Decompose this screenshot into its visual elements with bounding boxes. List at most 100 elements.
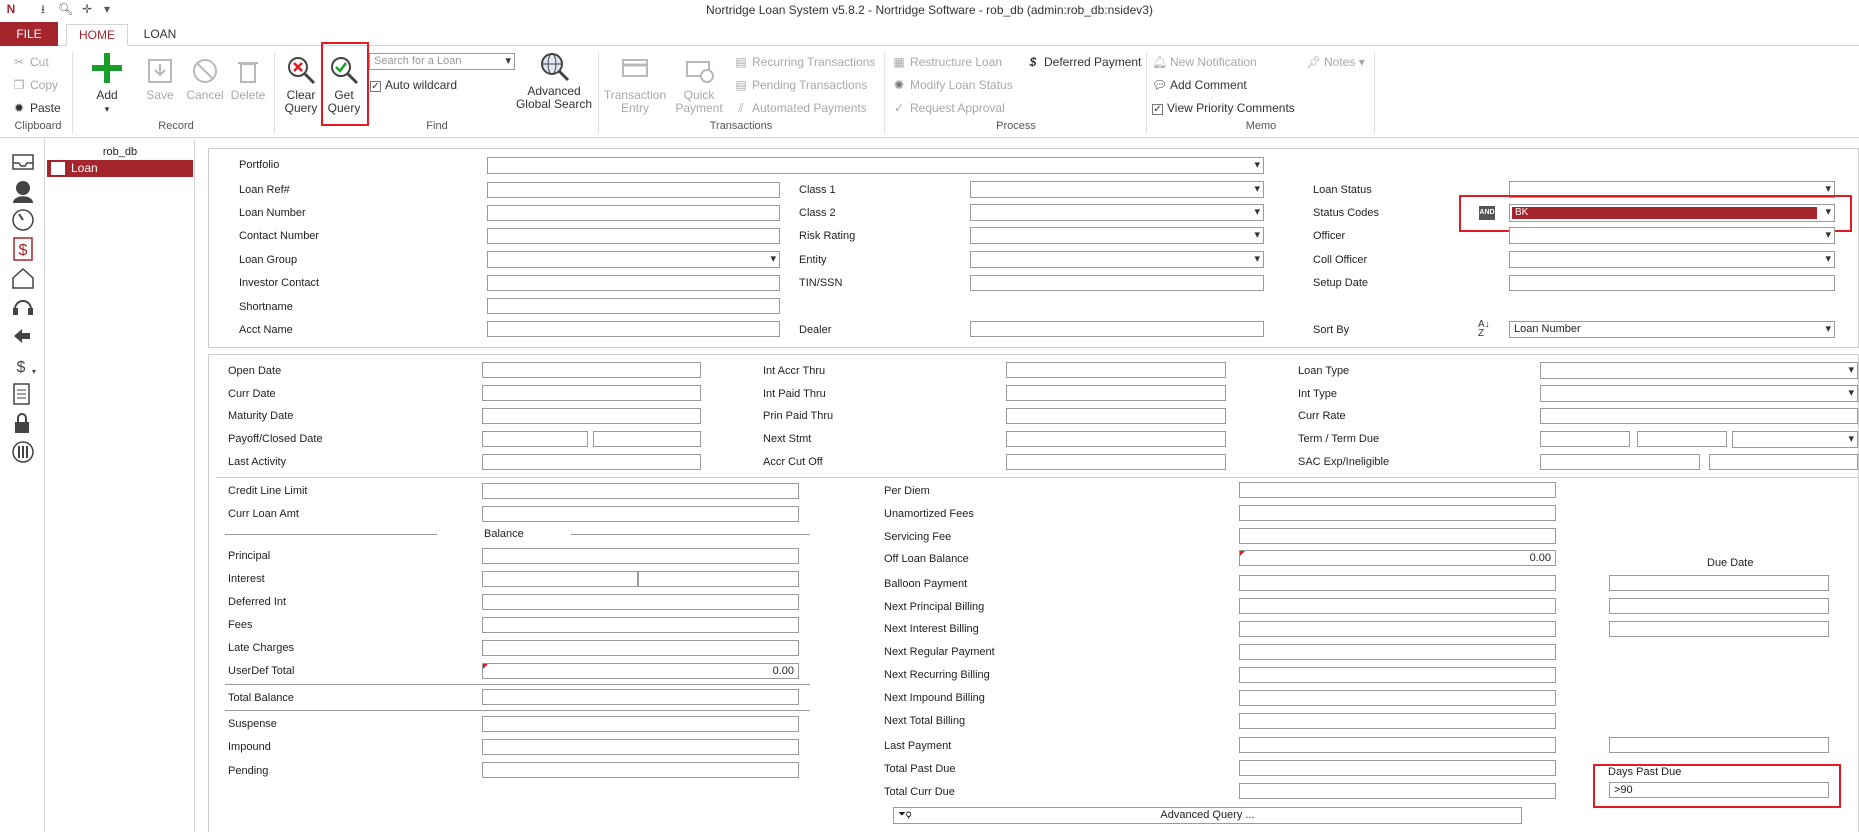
per-diem-input[interactable] (1239, 482, 1556, 498)
servicing-fee-input[interactable] (1239, 528, 1556, 544)
sort-by-select[interactable]: Loan Number (1509, 321, 1835, 338)
curr-loan-amt-input[interactable] (482, 506, 799, 522)
off-loan-balance-field[interactable]: 0.00 (1239, 550, 1556, 566)
support-headset-icon[interactable] (10, 294, 36, 320)
userdef-total-field[interactable]: 0.00 (482, 663, 799, 679)
request-approval-button[interactable]: ✓ Request Approval (892, 99, 1005, 117)
curr-rate-input[interactable] (1540, 408, 1858, 424)
auto-wildcard-checkbox[interactable]: ✓ Auto wildcard (370, 76, 457, 94)
sac-exp-input[interactable] (1540, 454, 1700, 470)
term-due-input[interactable] (1637, 431, 1727, 447)
investor-contact-input[interactable] (487, 275, 780, 291)
sort-az-icon[interactable]: A↓ Z (1478, 320, 1490, 339)
restructure-loan-button[interactable]: ▦ Restructure Loan (892, 53, 1002, 71)
next-interest-billing-input[interactable] (1239, 621, 1556, 637)
dealer-input[interactable] (970, 321, 1264, 337)
acct-name-input[interactable] (487, 321, 780, 337)
transfer-icon[interactable] (10, 323, 36, 349)
interest-input[interactable] (482, 571, 638, 587)
tab-loan[interactable]: LOAN (134, 24, 186, 46)
late-charges-input[interactable] (482, 640, 799, 656)
delete-button[interactable]: Delete (228, 56, 268, 102)
shortname-input[interactable] (487, 298, 780, 314)
setup-date-input[interactable] (1509, 275, 1835, 291)
term-due-select[interactable] (1732, 431, 1858, 448)
view-priority-comments-checkbox[interactable]: ✓ View Priority Comments (1152, 99, 1295, 117)
suspense-input[interactable] (482, 716, 799, 732)
notes-button[interactable]: 📌︎ Notes ▾ (1306, 53, 1365, 71)
reports-icon[interactable] (10, 381, 36, 407)
balloon-due-date-input[interactable] (1609, 575, 1829, 591)
next-impound-billing-input[interactable] (1239, 690, 1556, 706)
sac-ineligible-input[interactable] (1709, 454, 1858, 470)
inbox-icon[interactable] (10, 149, 36, 175)
pending-input[interactable] (482, 762, 799, 778)
contact-number-input[interactable] (487, 228, 780, 244)
copy-button[interactable]: ❐ Copy (12, 76, 58, 94)
impound-input[interactable] (482, 739, 799, 755)
total-curr-due-input[interactable] (1239, 783, 1556, 799)
payoff-date-input[interactable] (482, 431, 588, 447)
last-payment-date-input[interactable] (1609, 737, 1829, 753)
int-paid-thru-input[interactable] (1006, 385, 1226, 401)
risk-rating-select[interactable] (970, 227, 1264, 244)
save-button[interactable]: Save (140, 56, 180, 102)
automated-payments-button[interactable]: ⫽ Automated Payments (734, 99, 866, 117)
search-loan-input[interactable]: Search for a Loan (369, 53, 515, 70)
balloon-payment-input[interactable] (1239, 575, 1556, 591)
credit-line-limit-input[interactable] (482, 483, 799, 499)
deferred-payment-button[interactable]: $ Deferred Payment (1026, 53, 1142, 71)
term-input[interactable] (1540, 431, 1630, 447)
tab-file[interactable]: FILE (0, 22, 58, 46)
next-total-billing-input[interactable] (1239, 713, 1556, 729)
modify-loan-status-button[interactable]: ✺ Modify Loan Status (892, 76, 1013, 94)
contact-icon[interactable] (10, 178, 36, 204)
principal-input[interactable] (482, 548, 799, 564)
add-button[interactable]: Add ▾ (84, 50, 130, 116)
accr-cut-off-input[interactable] (1006, 454, 1226, 470)
last-activity-input[interactable] (482, 454, 701, 470)
next-regular-payment-input[interactable] (1239, 644, 1556, 660)
loan-group-select[interactable] (487, 251, 780, 268)
security-lock-icon[interactable] (10, 410, 36, 436)
gauge-icon[interactable] (10, 207, 36, 233)
total-balance-input[interactable] (482, 689, 799, 705)
int-accr-thru-input[interactable] (1006, 362, 1226, 378)
prin-paid-thru-input[interactable] (1006, 408, 1226, 424)
int-type-select[interactable] (1540, 385, 1858, 402)
batch-dollar-icon[interactable]: $ ▾ (10, 352, 36, 378)
interest-due-date-input[interactable] (1609, 621, 1829, 637)
portfolio-select[interactable] (487, 157, 1264, 174)
maturity-date-input[interactable] (482, 408, 701, 424)
closed-date-input[interactable] (593, 431, 701, 447)
next-recurring-billing-input[interactable] (1239, 667, 1556, 683)
transaction-entry-button[interactable]: Transaction Entry (603, 54, 667, 115)
tab-home[interactable]: HOME (66, 24, 128, 46)
last-payment-input[interactable] (1239, 737, 1556, 753)
open-date-input[interactable] (482, 362, 701, 378)
cut-button[interactable]: ✂ Cut (12, 53, 49, 71)
cancel-button[interactable]: Cancel (183, 56, 227, 102)
clear-query-button[interactable]: Clear Query (281, 54, 321, 115)
advanced-query-button[interactable]: ⏷⚲ Advanced Query ... (893, 807, 1522, 824)
settings-sliders-icon[interactable] (10, 439, 36, 465)
new-notification-button[interactable]: 🔔︎ New Notification (1152, 53, 1257, 71)
tree-item-loan[interactable]: Loan (47, 160, 193, 177)
unamortized-fees-input[interactable] (1239, 505, 1556, 521)
next-principal-billing-input[interactable] (1239, 598, 1556, 614)
property-icon[interactable] (10, 265, 36, 291)
recurring-transactions-button[interactable]: ▤ Recurring Transactions (734, 53, 875, 71)
class2-select[interactable] (970, 204, 1264, 221)
coll-officer-select[interactable] (1509, 251, 1835, 268)
entity-select[interactable] (970, 251, 1264, 268)
class1-select[interactable] (970, 181, 1264, 198)
principal-due-date-input[interactable] (1609, 598, 1829, 614)
loan-dollar-icon[interactable]: $ (10, 236, 36, 262)
total-past-due-input[interactable] (1239, 760, 1556, 776)
interest-secondary-input[interactable] (638, 571, 799, 587)
advanced-global-search-button[interactable]: Advanced Global Search (514, 50, 594, 111)
pending-transactions-button[interactable]: ▤ Pending Transactions (734, 76, 867, 94)
next-stmt-input[interactable] (1006, 431, 1226, 447)
add-comment-button[interactable]: 💬︎ Add Comment (1152, 76, 1247, 94)
quick-payment-button[interactable]: Quick Payment (670, 54, 728, 115)
